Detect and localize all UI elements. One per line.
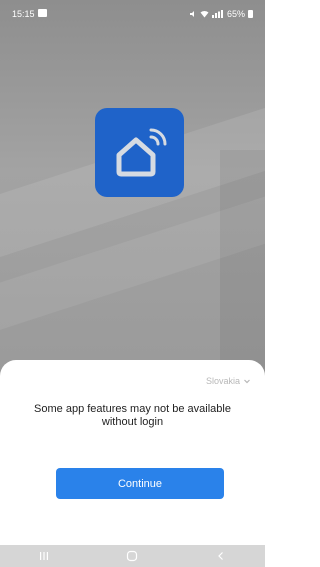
- wifi-icon: [200, 10, 209, 18]
- mute-icon: [189, 11, 194, 17]
- recents-icon: [40, 552, 49, 560]
- region-label: Slovakia: [205, 376, 240, 386]
- gallery-notification-icon: [38, 9, 47, 17]
- back-button[interactable]: [201, 545, 241, 567]
- status-time: 15:15: [12, 9, 35, 19]
- status-indicators: 65%: [189, 9, 253, 19]
- battery-percent: 65%: [226, 9, 245, 19]
- continue-button[interactable]: Continue: [56, 468, 224, 499]
- app-logo: [95, 108, 184, 197]
- navigation-bar: [0, 545, 265, 567]
- status-bar: 15:15 65%: [0, 0, 265, 26]
- region-selector[interactable]: Slovakia: [206, 376, 251, 386]
- home-button[interactable]: [112, 545, 152, 567]
- recents-button[interactable]: [24, 545, 64, 567]
- login-notice: Some app features may not be available w…: [34, 403, 231, 428]
- home-nav-icon: [127, 550, 138, 562]
- battery-icon: [248, 10, 253, 18]
- login-prompt-sheet: Slovakia Some app features may not be av…: [0, 360, 265, 545]
- smart-home-icon: [116, 128, 166, 176]
- chevron-down-icon: [244, 379, 250, 384]
- background-shade: [220, 150, 265, 380]
- back-icon: [217, 552, 223, 560]
- signal-icon: [211, 10, 223, 18]
